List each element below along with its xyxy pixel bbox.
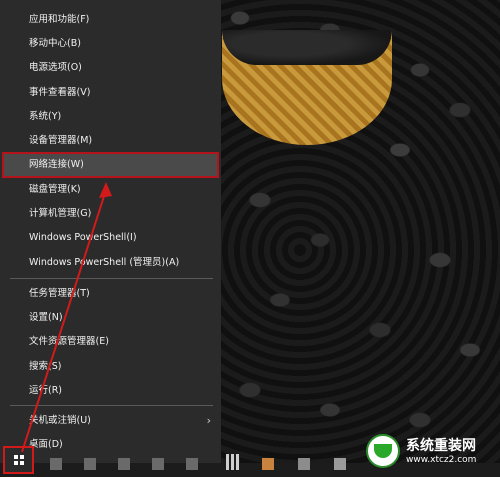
menu-item-label: 桌面(D) [29,439,63,450]
taskbar-icon[interactable] [84,458,96,470]
menu-item-label: 搜索(S) [29,361,62,372]
menu-divider [10,405,213,406]
watermark-logo-icon [366,434,400,468]
windows-logo-icon [14,455,24,465]
menu-item-shutdown-signout[interactable]: 关机或注销(U) › [4,410,217,432]
menu-item-label: 任务管理器(T) [29,288,90,299]
taskbar-icon[interactable] [152,458,164,470]
menu-item-label: 文件资源管理器(E) [29,336,109,347]
watermark-url: www.xtcz2.com [406,455,477,465]
menu-item-network-connections[interactable]: 网络连接(W) [2,152,219,178]
menu-item-label: 关机或注销(U) [29,415,91,426]
menu-item-computer-management[interactable]: 计算机管理(G) [4,203,217,225]
menu-item-run[interactable]: 运行(R) [4,380,217,402]
calculator-icon[interactable] [226,454,240,470]
start-button[interactable] [3,446,34,474]
menu-item-disk-management[interactable]: 磁盘管理(K) [4,179,217,201]
menu-item-powershell-admin[interactable]: Windows PowerShell (管理员)(A) [4,252,217,274]
watermark-title: 系统重装网 [406,438,476,454]
menu-item-label: 电源选项(O) [29,62,82,73]
menu-item-file-explorer[interactable]: 文件资源管理器(E) [4,331,217,353]
menu-item-apps-features[interactable]: 应用和功能(F) [4,9,217,31]
menu-item-label: Windows PowerShell (管理员)(A) [29,257,180,268]
menu-item-powershell[interactable]: Windows PowerShell(I) [4,227,217,249]
winx-context-menu: 应用和功能(F) 移动中心(B) 电源选项(O) 事件查看器(V) 系统(Y) … [0,0,221,463]
menu-item-label: 设置(N) [29,312,63,323]
menu-item-task-manager[interactable]: 任务管理器(T) [4,283,217,305]
taskbar-icon[interactable] [186,458,198,470]
menu-item-label: 网络连接(W) [29,159,84,170]
menu-item-label: 事件查看器(V) [29,87,91,98]
menu-item-device-manager[interactable]: 设备管理器(M) [4,130,217,152]
taskbar-icon[interactable] [50,458,62,470]
menu-item-desktop[interactable]: 桌面(D) [4,434,217,456]
menu-item-label: 运行(R) [29,385,63,396]
taskbar-icon[interactable] [334,458,346,470]
menu-item-event-viewer[interactable]: 事件查看器(V) [4,82,217,104]
menu-divider [10,278,213,279]
menu-item-label: 应用和功能(F) [29,14,90,25]
menu-item-system[interactable]: 系统(Y) [4,106,217,128]
site-watermark: 系统重装网 www.xtcz2.com [366,432,496,472]
menu-item-label: 移动中心(B) [29,38,81,49]
menu-item-label: 计算机管理(G) [29,208,92,219]
taskbar-icon[interactable] [262,458,274,470]
taskbar-icon[interactable] [118,458,130,470]
menu-item-label: 系统(Y) [29,111,62,122]
menu-item-power-options[interactable]: 电源选项(O) [4,57,217,79]
menu-item-label: 设备管理器(M) [29,135,93,146]
menu-item-label: Windows PowerShell(I) [29,232,137,243]
menu-item-search[interactable]: 搜索(S) [4,356,217,378]
taskbar-icon[interactable] [298,458,310,470]
menu-item-label: 磁盘管理(K) [29,184,81,195]
menu-item-settings[interactable]: 设置(N) [4,307,217,329]
chevron-right-icon: › [206,414,211,427]
menu-item-mobility-center[interactable]: 移动中心(B) [4,33,217,55]
